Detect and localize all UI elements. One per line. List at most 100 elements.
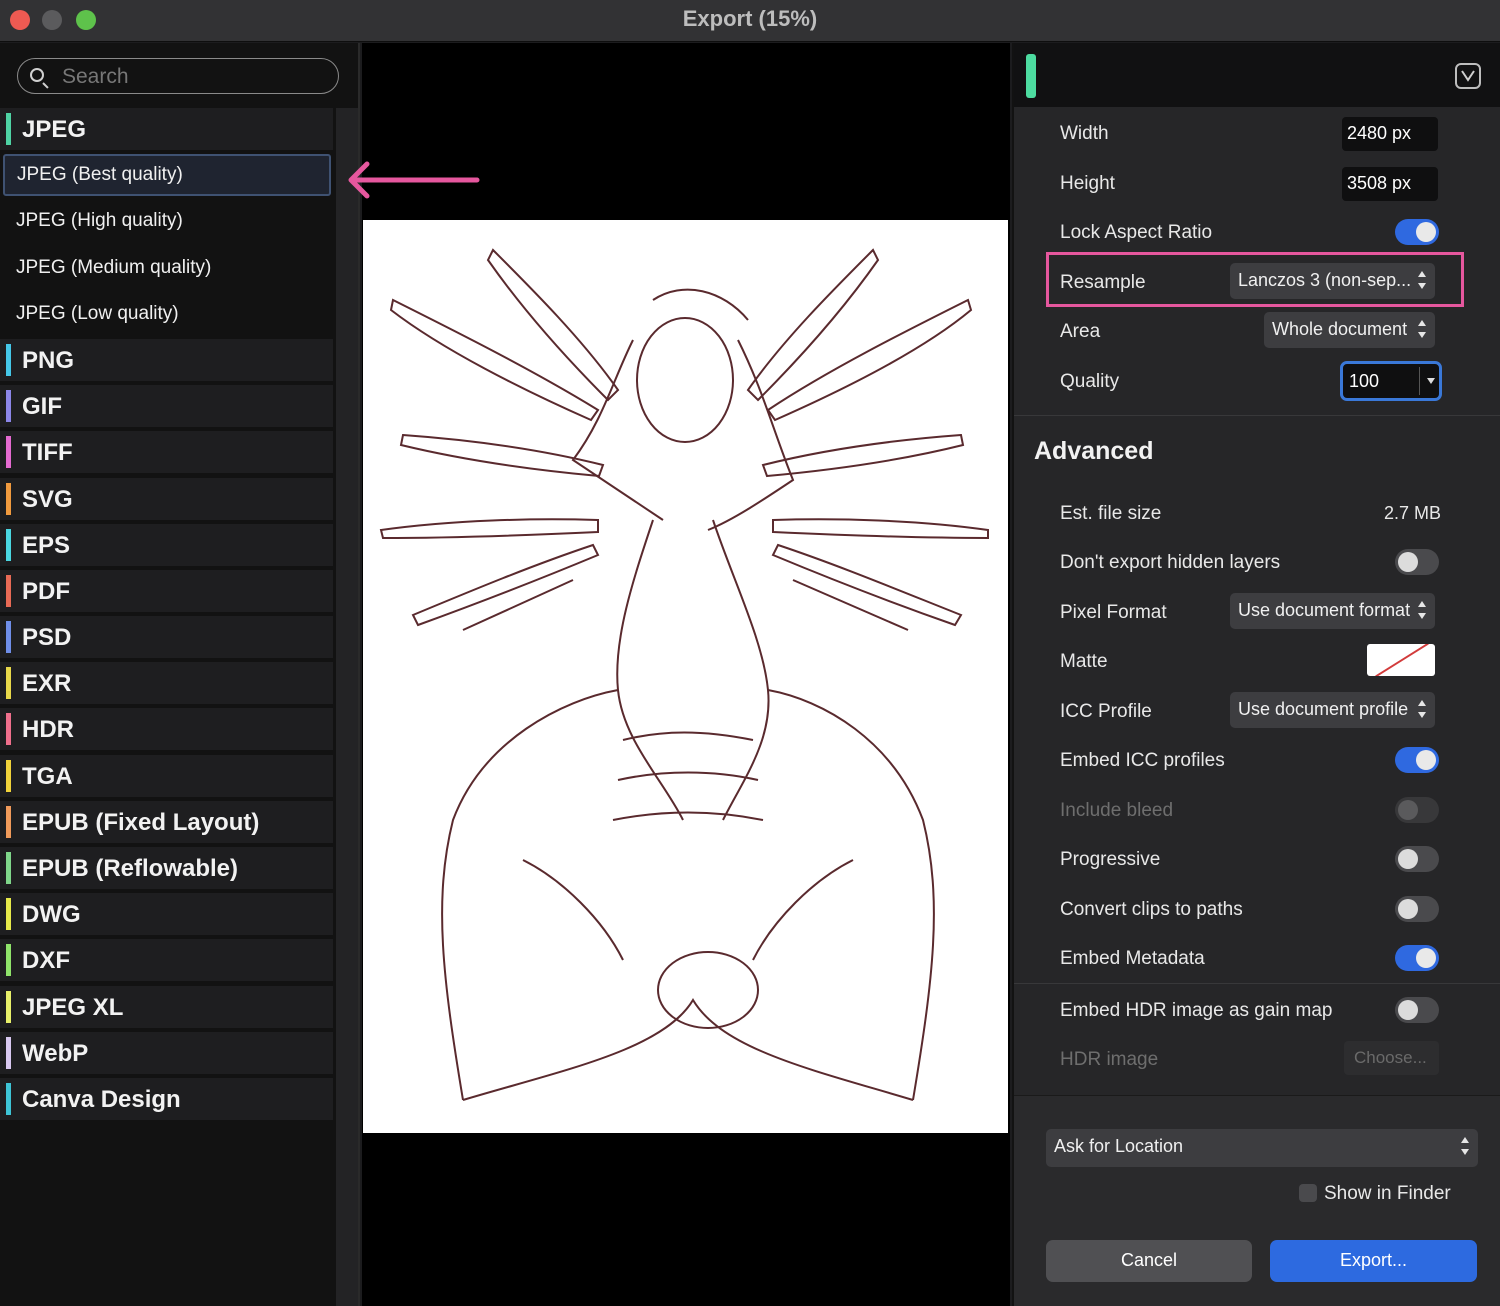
format-category-dxf[interactable]: DXF [0, 939, 333, 982]
format-color-bar [6, 898, 11, 931]
stepper-arrows-icon [1417, 600, 1427, 620]
format-category-png[interactable]: PNG [0, 338, 333, 381]
toggle-knob [1398, 899, 1418, 919]
format-preset-item[interactable]: JPEG (High quality) [0, 200, 333, 242]
format-preset-label: JPEG (Low quality) [16, 302, 179, 324]
format-color-bar [6, 390, 11, 423]
toggle-knob [1398, 1000, 1418, 1020]
format-category-label: JPEG XL [22, 993, 124, 1021]
preview-area [362, 43, 1010, 1306]
format-category-label: WebP [22, 1039, 89, 1067]
format-preset-item[interactable]: JPEG (Medium quality) [0, 247, 333, 289]
line-art-illustration [379, 248, 989, 1101]
format-category-dwg[interactable]: DWG [0, 893, 333, 936]
hdr-gain-map-label: Embed HDR image as gain map [1060, 1000, 1333, 1021]
quality-separator [1419, 367, 1420, 395]
format-color-bar [6, 1082, 11, 1115]
export-button[interactable]: Export... [1270, 1240, 1477, 1282]
height-label: Height [1060, 173, 1115, 194]
annotation-arrow-icon [348, 161, 480, 199]
matte-label: Matte [1060, 651, 1108, 672]
search-input[interactable]: Search [62, 65, 129, 89]
format-category-psd[interactable]: PSD [0, 616, 333, 659]
format-category-webp[interactable]: WebP [0, 1031, 333, 1074]
quality-value[interactable]: 100 [1349, 371, 1379, 392]
matte-color-swatch[interactable] [1367, 644, 1435, 676]
format-category-hdr[interactable]: HDR [0, 708, 333, 751]
format-category-label: Canva Design [22, 1085, 181, 1113]
format-color-bar [6, 759, 11, 792]
format-category-label: EXR [22, 670, 72, 698]
chevron-down-icon[interactable] [1427, 378, 1435, 384]
format-category-jpeg-xl[interactable]: JPEG XL [0, 985, 333, 1028]
cancel-button[interactable]: Cancel [1046, 1240, 1252, 1282]
format-category-jpeg[interactable]: JPEG [0, 108, 333, 150]
format-color-bar [6, 667, 11, 700]
quality-label: Quality [1060, 371, 1120, 392]
format-preset-label: JPEG (Best quality) [17, 164, 183, 186]
quality-combobox[interactable]: 100 [1340, 361, 1442, 401]
format-category-label: EPUB (Reflowable) [22, 855, 239, 882]
format-category-exr[interactable]: EXR [0, 662, 333, 705]
format-category-label: TGA [22, 762, 73, 790]
format-category-eps[interactable]: EPS [0, 523, 333, 566]
format-color-bar [6, 990, 11, 1023]
sidebar-scrollbar[interactable] [336, 108, 358, 1306]
show-in-finder-checkbox[interactable] [1299, 1184, 1317, 1202]
format-category-label: PNG [22, 346, 75, 374]
location-select[interactable]: Ask for Location [1046, 1129, 1478, 1167]
area-select[interactable]: Whole document [1264, 312, 1435, 348]
hidden-layers-toggle[interactable] [1395, 549, 1439, 575]
embed-icc-toggle[interactable] [1395, 747, 1439, 773]
width-field[interactable]: 2480 px [1342, 117, 1438, 151]
hdr-gain-map-toggle[interactable] [1395, 997, 1439, 1023]
embed-metadata-toggle[interactable] [1395, 945, 1439, 971]
format-category-pdf[interactable]: PDF [0, 569, 333, 612]
format-color-bar [6, 805, 11, 838]
height-field[interactable]: 3508 px [1342, 167, 1438, 201]
search-field[interactable]: Search [17, 58, 339, 94]
format-category-tga[interactable]: TGA [0, 754, 333, 797]
format-color-bar [6, 944, 11, 977]
convert-clips-toggle[interactable] [1395, 896, 1439, 922]
format-category-label: GIF [22, 393, 62, 421]
progressive-toggle[interactable] [1395, 846, 1439, 872]
hdr-choose-button: Choose... [1344, 1041, 1439, 1075]
format-category-label: EPS [22, 531, 71, 559]
lock-aspect-toggle[interactable] [1395, 219, 1439, 245]
format-color-bar [6, 852, 11, 884]
icc-profile-select[interactable]: Use document profile [1230, 692, 1435, 728]
format-category-label: PDF [22, 577, 70, 605]
hidden-layers-label: Don't export hidden layers [1060, 552, 1281, 573]
stepper-arrows-icon [1417, 699, 1427, 719]
format-category-epub-reflowable[interactable]: EPUB (Reflowable) [0, 847, 333, 889]
format-category-canva-design[interactable]: Canva Design [0, 1077, 333, 1120]
pixel-format-select[interactable]: Use document format [1230, 593, 1435, 629]
format-category-label: SVG [22, 485, 73, 513]
format-category-tiff[interactable]: TIFF [0, 431, 333, 474]
title-bar: Export (15%) [0, 0, 1500, 42]
format-category-svg[interactable]: SVG [0, 477, 333, 520]
format-preset-item[interactable]: JPEG (Best quality) [3, 154, 331, 197]
toggle-knob [1416, 222, 1436, 242]
filesize-label: Est. file size [1060, 503, 1162, 524]
format-category-gif[interactable]: GIF [0, 385, 333, 428]
collapse-panel-button[interactable] [1455, 63, 1481, 89]
format-category-label: EPUB (Fixed Layout) [22, 808, 260, 836]
include-bleed-toggle [1395, 797, 1439, 823]
format-category-label: PSD [22, 624, 72, 652]
format-preset-item[interactable]: JPEG (Low quality) [0, 293, 333, 335]
format-list: JPEG JPEG (Best quality) JPEG (High qualit… [0, 108, 333, 1124]
export-settings-panel: Width 2480 px Height 3508 px Lock Aspect… [1012, 43, 1500, 1306]
filesize-value: 2.7 MB [1384, 503, 1442, 523]
icc-profile-value: Use document profile [1238, 699, 1409, 719]
format-color-bar [6, 113, 11, 145]
toggle-knob [1398, 552, 1418, 572]
format-category-label: JPEG [22, 116, 87, 143]
format-preset-label: JPEG (High quality) [16, 210, 183, 232]
format-category-label: DXF [22, 947, 70, 975]
format-color-bar [6, 482, 11, 515]
format-category-epub-fixed-layout[interactable]: EPUB (Fixed Layout) [0, 800, 333, 843]
show-in-finder-label[interactable]: Show in Finder [1324, 1183, 1451, 1205]
resample-select[interactable]: Lanczos 3 (non-sep... [1230, 263, 1435, 299]
